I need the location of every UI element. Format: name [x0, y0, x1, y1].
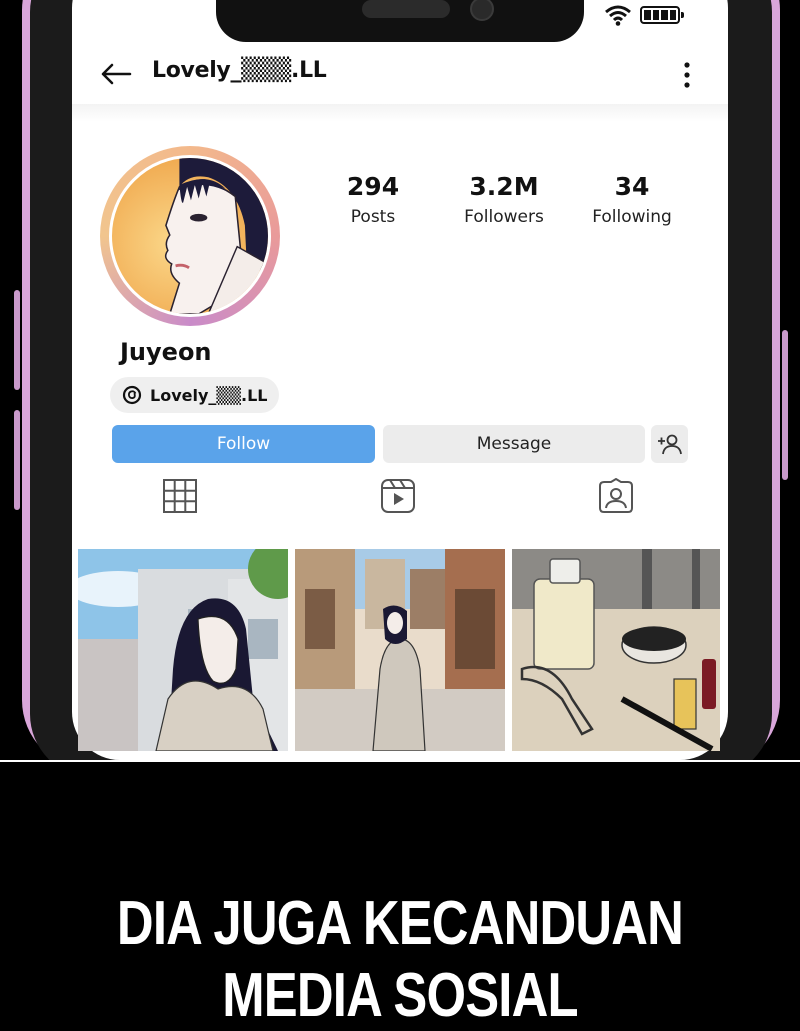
avatar[interactable]: [100, 146, 280, 326]
grid-icon[interactable]: [162, 478, 198, 514]
stat-following[interactable]: 34 Following: [572, 172, 692, 227]
followers-count: 3.2M: [469, 172, 539, 201]
threads-icon: [122, 385, 142, 405]
posts-count: 294: [346, 172, 400, 201]
post-image: [512, 549, 720, 751]
reels-icon[interactable]: [380, 478, 416, 514]
post-thumbnail[interactable]: [78, 549, 288, 751]
threads-handle: Lovely_▒▒.LL: [150, 385, 268, 405]
followers-label: Followers: [464, 207, 544, 227]
kebab-icon[interactable]: [680, 60, 694, 90]
avatar-image: [109, 155, 271, 317]
caption-line-1: DIA JUGA KECANDUAN: [116, 889, 684, 958]
speaker: [362, 0, 450, 18]
threads-badge[interactable]: Lovely_▒▒.LL: [110, 377, 280, 413]
message-button[interactable]: Message: [383, 425, 645, 463]
battery-icon: [640, 6, 684, 24]
tagged-icon[interactable]: [598, 478, 634, 514]
profile-header: Lovely_▒▒▒.LL: [72, 48, 728, 104]
arrow-left-icon[interactable]: [100, 62, 132, 86]
wifi-icon: [605, 5, 631, 26]
post-thumbnail[interactable]: [295, 549, 505, 751]
posts-label: Posts: [350, 207, 396, 227]
volume-button: [14, 410, 20, 510]
add-user-icon: [657, 434, 682, 455]
display-name: Juyeon: [120, 338, 212, 366]
post-image: [295, 549, 505, 751]
notch: [216, 0, 584, 42]
stat-posts[interactable]: 294 Posts: [313, 172, 433, 227]
power-button: [782, 330, 788, 480]
stat-followers[interactable]: 3.2M Followers: [444, 172, 564, 227]
post-image: [78, 549, 288, 751]
following-label: Following: [592, 207, 672, 227]
profile-username: Lovely_▒▒▒.LL: [152, 58, 327, 83]
caption-line-2: MEDIA SOSIAL: [222, 961, 578, 1030]
suggest-users-button[interactable]: [651, 425, 688, 463]
following-count: 34: [614, 172, 650, 201]
front-camera: [470, 0, 494, 21]
header-divider: [72, 104, 728, 122]
follow-button[interactable]: Follow: [112, 425, 375, 463]
post-thumbnail[interactable]: [512, 549, 720, 751]
volume-button: [14, 290, 20, 390]
